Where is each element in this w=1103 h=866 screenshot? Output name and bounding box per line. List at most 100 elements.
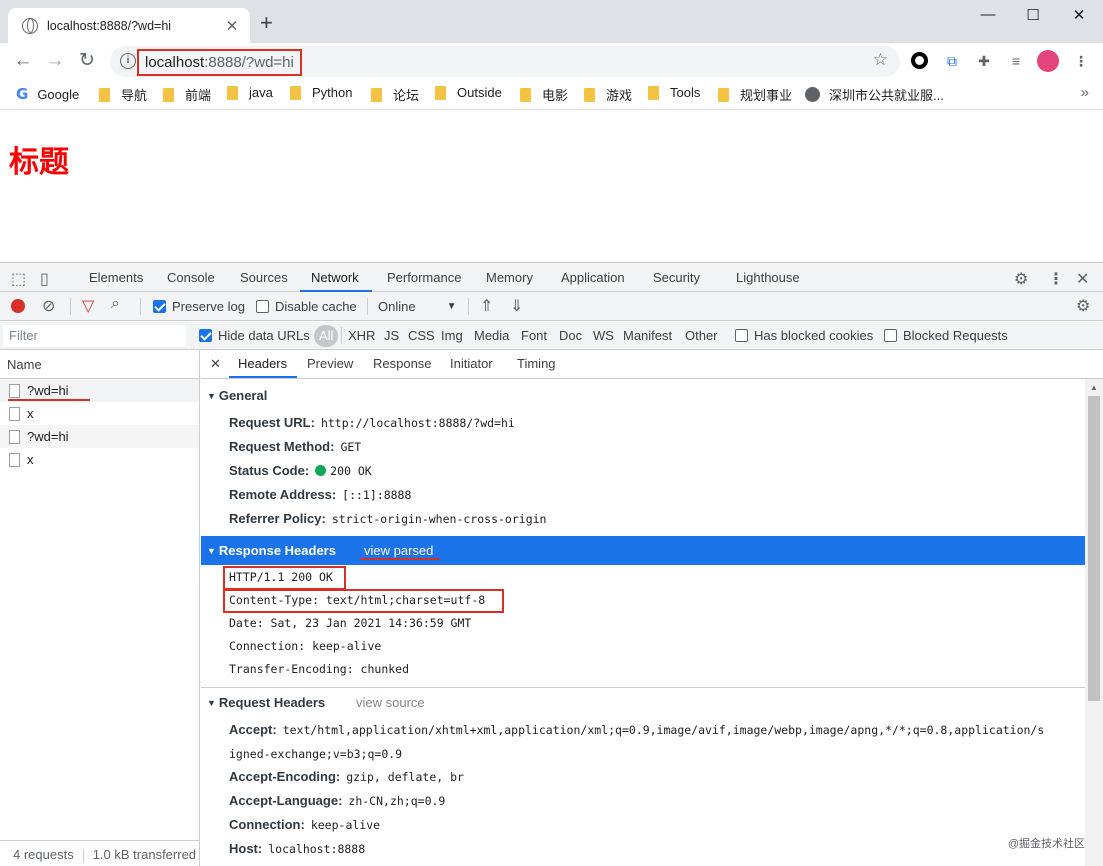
scrollbar-thumb[interactable]: [1088, 396, 1100, 701]
bookmark-item[interactable]: Outside: [435, 85, 502, 100]
browser-tab[interactable]: localhost:8888/?wd=hi ✕: [8, 8, 250, 43]
filter-doc[interactable]: Doc: [559, 328, 582, 343]
profile-avatar[interactable]: [1037, 50, 1059, 72]
extensions-puzzle-icon[interactable]: ✚: [974, 51, 994, 71]
minimize-button[interactable]: —: [965, 6, 1011, 23]
tab-headers[interactable]: Headers: [238, 356, 287, 371]
media-control-icon[interactable]: ≡: [1006, 51, 1026, 71]
folder-icon: [435, 85, 446, 100]
bookmarks-overflow-icon[interactable]: »: [1081, 84, 1089, 101]
tab-initiator[interactable]: Initiator: [450, 356, 493, 371]
tab-response[interactable]: Response: [373, 356, 432, 371]
bookmark-item[interactable]: java: [227, 85, 273, 100]
bookmark-item[interactable]: 导航: [99, 85, 147, 104]
folder-icon: [584, 87, 595, 102]
tab-lighthouse[interactable]: Lighthouse: [736, 270, 800, 285]
page-viewport: 标题: [0, 111, 1103, 261]
scroll-up-icon[interactable]: ▲: [1090, 383, 1098, 392]
new-tab-button[interactable]: +: [260, 12, 273, 34]
filter-all-button[interactable]: All: [314, 325, 339, 347]
filter-input[interactable]: Filter: [3, 325, 186, 347]
active-details-tab-indicator: [229, 376, 297, 378]
tab-elements[interactable]: Elements: [89, 270, 143, 285]
url-text[interactable]: localhost:8888/?wd=hi: [137, 49, 302, 76]
reload-button[interactable]: ↻: [74, 49, 100, 75]
view-source-link[interactable]: view source: [356, 695, 425, 710]
maximize-button[interactable]: ☐: [1010, 6, 1056, 24]
filter-ws[interactable]: WS: [593, 328, 614, 343]
accept-encoding-row: Accept-Encoding: gzip, deflate, br: [229, 769, 464, 784]
filter-manifest[interactable]: Manifest: [623, 328, 672, 343]
clear-icon[interactable]: ⊘: [42, 296, 55, 316]
tab-sources[interactable]: Sources: [240, 270, 288, 285]
annotation-underline: [8, 399, 90, 401]
star-icon[interactable]: ☆: [873, 50, 888, 70]
request-row[interactable]: x: [0, 448, 199, 471]
tab-preview[interactable]: Preview: [307, 356, 353, 371]
record-button[interactable]: [11, 299, 25, 313]
close-window-button[interactable]: ✕: [1056, 6, 1102, 24]
network-settings-gear-icon[interactable]: ⚙: [1076, 296, 1090, 316]
filter-other[interactable]: Other: [685, 328, 718, 343]
forward-button[interactable]: →: [42, 49, 68, 75]
hide-data-urls-checkbox[interactable]: Hide data URLs: [199, 328, 310, 343]
filter-css[interactable]: CSS: [408, 328, 435, 343]
search-icon[interactable]: ⌕: [111, 295, 120, 313]
extension-ring-icon[interactable]: [911, 52, 928, 69]
bookmark-item[interactable]: Python: [290, 85, 352, 100]
menu-icon[interactable]: ⋮: [1071, 51, 1091, 71]
bookmark-item[interactable]: 前端: [163, 85, 211, 104]
tab-console[interactable]: Console: [167, 270, 215, 285]
filter-xhr[interactable]: XHR: [348, 328, 375, 343]
details-close-icon[interactable]: ✕: [210, 356, 221, 372]
info-icon[interactable]: i: [120, 53, 136, 69]
devtools-close-icon[interactable]: ✕: [1076, 269, 1089, 289]
tab-close-icon[interactable]: ✕: [224, 17, 240, 35]
name-column-header[interactable]: Name: [0, 350, 199, 379]
has-blocked-cookies-checkbox[interactable]: Has blocked cookies: [735, 328, 873, 343]
filter-js[interactable]: JS: [384, 328, 399, 343]
tab-application[interactable]: Application: [561, 270, 625, 285]
folder-icon: [290, 85, 301, 100]
settings-gear-icon[interactable]: ⚙: [1014, 269, 1028, 289]
filter-media[interactable]: Media: [474, 328, 509, 343]
general-section-header[interactable]: ▼ General: [201, 381, 1085, 410]
request-headers-section-header[interactable]: ▼ Request Headers view source: [201, 688, 1085, 717]
bookmark-item[interactable]: 深圳市公共就业服...: [805, 85, 944, 104]
requests-list: Name ?wd=hi x ?wd=hi x 4 requests 1.0 kB …: [0, 350, 200, 866]
tab-network[interactable]: Network: [311, 270, 359, 285]
inspect-element-icon[interactable]: ⬚: [11, 269, 26, 289]
bookmark-item[interactable]: 规划事业: [718, 85, 792, 104]
request-row[interactable]: x: [0, 402, 199, 425]
address-bar[interactable]: i localhost:8888/?wd=hi ☆: [110, 46, 900, 77]
import-har-icon[interactable]: ⇑: [480, 296, 493, 316]
disable-cache-checkbox[interactable]: Disable cache: [256, 299, 357, 314]
device-toolbar-icon[interactable]: ▯: [40, 269, 49, 289]
response-headers-section-header[interactable]: ▼ Response Headers view parsed: [201, 536, 1085, 565]
back-button[interactable]: ←: [10, 49, 36, 75]
view-parsed-link[interactable]: view parsed: [364, 543, 433, 558]
bookmark-item[interactable]: Tools: [648, 85, 700, 100]
bookmark-item[interactable]: 论坛: [371, 85, 419, 104]
google-icon: G: [16, 85, 29, 103]
tab-title: localhost:8888/?wd=hi: [47, 18, 172, 33]
tab-memory[interactable]: Memory: [486, 270, 533, 285]
filter-icon[interactable]: ▽: [82, 296, 94, 316]
extension-share-icon[interactable]: ⧉: [942, 51, 962, 71]
tab-timing[interactable]: Timing: [517, 356, 556, 371]
folder-icon: [520, 87, 531, 102]
throttling-select[interactable]: Online ▼: [378, 299, 456, 314]
tab-performance[interactable]: Performance: [387, 270, 461, 285]
bookmark-item[interactable]: 游戏: [584, 85, 632, 104]
preserve-log-checkbox[interactable]: Preserve log: [153, 299, 245, 314]
filter-img[interactable]: Img: [441, 328, 463, 343]
tab-security[interactable]: Security: [653, 270, 700, 285]
devtools-menu-icon[interactable]: ⋮: [1048, 269, 1064, 289]
bookmark-item[interactable]: G Google: [16, 85, 79, 103]
filter-font[interactable]: Font: [521, 328, 547, 343]
export-har-icon[interactable]: ⇓: [510, 296, 523, 316]
request-row[interactable]: ?wd=hi: [0, 425, 199, 448]
folder-icon: [718, 87, 729, 102]
bookmark-item[interactable]: 电影: [520, 85, 568, 104]
blocked-requests-checkbox[interactable]: Blocked Requests: [884, 328, 1008, 343]
